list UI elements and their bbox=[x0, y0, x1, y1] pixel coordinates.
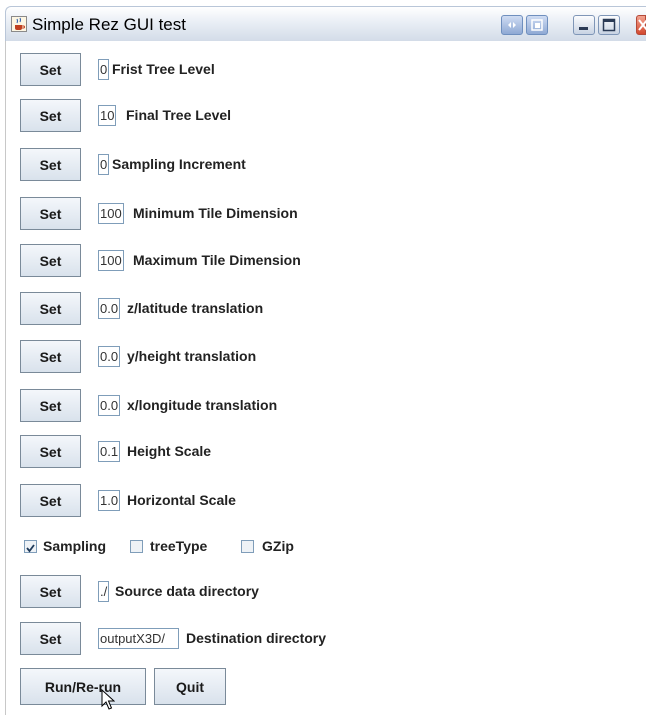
treetype-checkbox[interactable] bbox=[130, 540, 143, 553]
x-translation-field[interactable]: 0.0 bbox=[98, 395, 121, 416]
set-sampling-increment-button[interactable]: Set bbox=[20, 148, 81, 181]
run-button[interactable]: Run/Re-run bbox=[20, 668, 146, 705]
first-tree-level-field[interactable]: 0 bbox=[98, 59, 110, 80]
window-title: Simple Rez GUI test bbox=[32, 15, 186, 34]
minimum-tile-dimension-label: Minimum Tile Dimension bbox=[133, 205, 298, 221]
set-final-tree-level-button[interactable]: Set bbox=[20, 99, 81, 132]
set-destination-directory-button[interactable]: Set bbox=[20, 622, 81, 655]
set-horizontal-scale-button[interactable]: Set bbox=[20, 484, 81, 517]
sampling-increment-field[interactable]: 0 bbox=[98, 154, 110, 175]
x-translation-label: x/longitude translation bbox=[127, 397, 278, 413]
java-cup-icon bbox=[11, 16, 27, 32]
z-translation-label: z/latitude translation bbox=[127, 300, 264, 316]
maximum-tile-dimension-field[interactable]: 100 bbox=[98, 250, 124, 271]
final-tree-level-field[interactable]: 10 bbox=[98, 105, 117, 126]
quit-button[interactable]: Quit bbox=[154, 668, 226, 705]
gzip-checkbox[interactable] bbox=[241, 540, 254, 553]
set-first-tree-level-button[interactable]: Set bbox=[20, 53, 81, 86]
y-translation-field[interactable]: 0.0 bbox=[98, 346, 121, 367]
sampling-checkbox[interactable] bbox=[24, 540, 37, 553]
mouse-cursor-icon bbox=[101, 689, 115, 710]
source-directory-field[interactable]: ./ bbox=[98, 581, 110, 602]
set-z-translation-button[interactable]: Set bbox=[20, 292, 81, 325]
app-window: Simple Rez GUI test Set 0 Frist Tree Lev… bbox=[0, 0, 646, 715]
maximum-tile-dimension-label: Maximum Tile Dimension bbox=[133, 252, 301, 268]
minimum-tile-dimension-field[interactable]: 100 bbox=[98, 203, 124, 224]
restore-icon[interactable] bbox=[526, 15, 548, 35]
destination-directory-field[interactable]: outputX3D/ bbox=[98, 628, 179, 649]
source-directory-label: Source data directory bbox=[115, 583, 259, 599]
set-minimum-tile-dimension-button[interactable]: Set bbox=[20, 197, 81, 230]
y-translation-label: y/height translation bbox=[127, 348, 257, 364]
horizontal-scale-label: Horizontal Scale bbox=[127, 492, 236, 508]
final-tree-level-label: Final Tree Level bbox=[126, 107, 232, 123]
horizontal-scale-field[interactable]: 1.0 bbox=[98, 490, 121, 511]
set-height-scale-button[interactable]: Set bbox=[20, 435, 81, 468]
content-panel: Set 0 Frist Tree Level Set 10 Final Tree… bbox=[5, 41, 646, 715]
z-translation-field[interactable]: 0.0 bbox=[98, 298, 121, 319]
extra-icon[interactable] bbox=[501, 15, 523, 35]
close-icon[interactable] bbox=[636, 15, 646, 35]
height-scale-label: Height Scale bbox=[127, 443, 212, 459]
height-scale-field[interactable]: 0.1 bbox=[98, 441, 121, 462]
sampling-label: Sampling bbox=[43, 538, 107, 554]
minimize-icon[interactable] bbox=[573, 15, 595, 35]
set-maximum-tile-dimension-button[interactable]: Set bbox=[20, 244, 81, 277]
first-tree-level-label: Frist Tree Level bbox=[112, 61, 215, 77]
maximize-icon[interactable] bbox=[598, 15, 620, 35]
sampling-increment-label: Sampling Increment bbox=[112, 156, 246, 172]
gzip-label: GZip bbox=[262, 538, 294, 554]
title-bar[interactable]: Simple Rez GUI test bbox=[5, 6, 646, 41]
destination-directory-label: Destination directory bbox=[186, 630, 327, 646]
set-source-directory-button[interactable]: Set bbox=[20, 575, 81, 608]
set-y-translation-button[interactable]: Set bbox=[20, 340, 81, 373]
check-mark-icon bbox=[26, 544, 35, 553]
set-x-translation-button[interactable]: Set bbox=[20, 389, 81, 422]
treetype-label: treeType bbox=[150, 538, 208, 554]
